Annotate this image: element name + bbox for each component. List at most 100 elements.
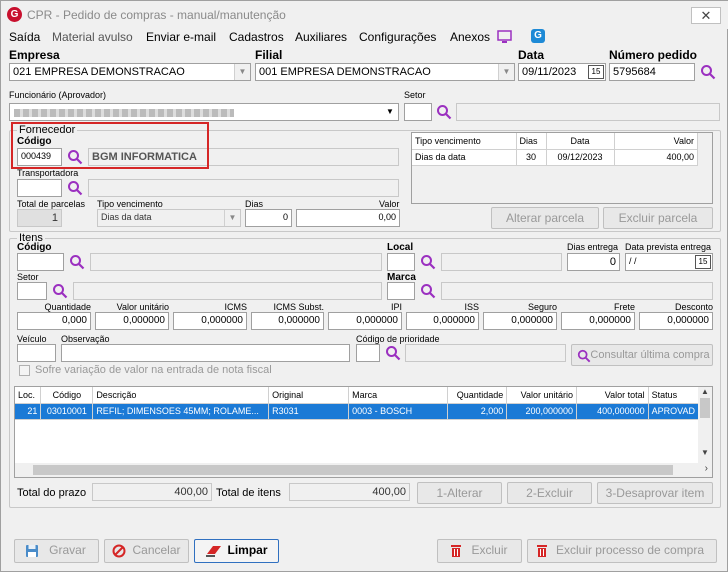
menu-saida[interactable]: Saída: [9, 30, 40, 44]
vertical-scrollbar[interactable]: ▲ ▼: [698, 387, 712, 463]
search-icon[interactable]: [700, 64, 716, 80]
cancelar-button[interactable]: Cancelar: [104, 539, 189, 563]
seguro-input[interactable]: 0,000000: [483, 312, 557, 330]
excluir-parcela-button[interactable]: Excluir parcela: [603, 207, 713, 229]
data-input[interactable]: 09/11/2023 15: [518, 63, 606, 81]
valor-unitario-input[interactable]: 0,000000: [95, 312, 169, 330]
marca-input[interactable]: [387, 282, 415, 300]
limpar-button[interactable]: Limpar: [194, 539, 279, 563]
ipi-input[interactable]: 0,000000: [328, 312, 402, 330]
item-codigo-label: Código: [17, 242, 52, 253]
search-icon[interactable]: [436, 104, 452, 120]
chevron-up-icon[interactable]: ▲: [698, 387, 712, 396]
col-original[interactable]: Original: [268, 387, 350, 404]
menu-material-avulso[interactable]: Material avulso: [52, 30, 133, 44]
funcionario-label: Funcionário (Aprovador): [9, 90, 107, 100]
marca-description: [441, 282, 713, 300]
horizontal-scrollbar[interactable]: ›: [15, 463, 712, 477]
desconto-label: Desconto: [674, 302, 713, 312]
total-parcelas-label: Total de parcelas: [17, 199, 86, 209]
search-icon[interactable]: [420, 283, 436, 299]
chevron-down-icon[interactable]: ▼: [698, 448, 712, 457]
excluir-button[interactable]: Excluir: [437, 539, 522, 563]
prioridade-input[interactable]: [356, 344, 380, 362]
menu-configuracoes[interactable]: Configurações: [359, 30, 436, 44]
col-status[interactable]: Status: [648, 387, 700, 404]
chevron-down-icon[interactable]: ▼: [224, 210, 240, 226]
search-icon[interactable]: [52, 283, 68, 299]
calendar-icon[interactable]: 15: [695, 255, 711, 269]
col-dias[interactable]: Dias: [516, 133, 547, 150]
desaprovar-item-button[interactable]: 3-Desaprovar item: [597, 482, 713, 504]
alterar-parcela-button[interactable]: Alterar parcela: [491, 207, 599, 229]
scroll-thumb[interactable]: [33, 465, 673, 475]
menu-enviar-email[interactable]: Enviar e-mail: [146, 30, 216, 44]
chevron-right-icon[interactable]: ›: [705, 463, 708, 474]
search-icon[interactable]: [69, 254, 85, 270]
data-prevista-input[interactable]: / / 15: [625, 253, 713, 271]
search-icon[interactable]: [67, 180, 83, 196]
icms-subst-input[interactable]: 0,000000: [251, 312, 324, 330]
excluir-processo-button[interactable]: Excluir processo de compra: [527, 539, 717, 563]
local-input[interactable]: [387, 253, 415, 271]
transportadora-input[interactable]: [17, 179, 62, 197]
menu-anexos[interactable]: Anexos: [450, 30, 490, 44]
icms-input[interactable]: 0,000000: [173, 312, 247, 330]
numero-pedido-input[interactable]: 5795684: [609, 63, 695, 81]
item-codigo-input[interactable]: [17, 253, 64, 271]
tipo-vencimento-combo[interactable]: Dias da data ▼: [97, 209, 241, 227]
monitor-icon[interactable]: [497, 30, 513, 44]
chevron-down-icon[interactable]: ▼: [234, 64, 250, 80]
scroll-thumb[interactable]: [700, 398, 710, 418]
consultar-ultima-compra-button[interactable]: Consultar última compra: [571, 344, 713, 366]
col-quantidade[interactable]: Quantidade: [447, 387, 508, 404]
quantidade-input[interactable]: 0,000: [17, 312, 91, 330]
sofre-variacao-checkbox[interactable]: [19, 365, 30, 376]
tipo-vencimento-label: Tipo vencimento: [97, 199, 163, 209]
empresa-combo[interactable]: 021 EMPRESA DEMONSTRACAO ▼: [9, 63, 251, 81]
dias-entrega-label: Dias entrega: [567, 242, 619, 252]
dias-entrega-input[interactable]: 0: [567, 253, 620, 271]
col-valor-unitario[interactable]: Valor unitário: [506, 387, 577, 404]
filial-combo[interactable]: 001 EMPRESA DEMONSTRACAO ▼: [255, 63, 515, 81]
valor-input[interactable]: 0,00: [296, 209, 400, 227]
col-valor-total[interactable]: Valor total: [576, 387, 649, 404]
app-logo-icon: G: [7, 7, 22, 22]
menu-cadastros[interactable]: Cadastros: [229, 30, 284, 44]
close-button[interactable]: ✕: [691, 7, 721, 24]
table-row[interactable]: 21 03010001 REFIL; DIMENSOES 45MM; ROLAM…: [15, 403, 700, 420]
observacao-input[interactable]: [61, 344, 350, 362]
chevron-down-icon[interactable]: ▼: [498, 64, 514, 80]
frete-input[interactable]: 0,000000: [561, 312, 635, 330]
valor-label: Valor: [379, 199, 400, 209]
search-icon[interactable]: [385, 345, 401, 361]
item-setor-input[interactable]: [17, 282, 47, 300]
data-value: 09/11/2023: [522, 66, 577, 78]
col-tipo-vencimento[interactable]: Tipo vencimento: [412, 133, 517, 150]
gravar-button[interactable]: Gravar: [14, 539, 99, 563]
desconto-input[interactable]: 0,000000: [639, 312, 713, 330]
dias-input[interactable]: 0: [245, 209, 292, 227]
menu-auxiliares[interactable]: Auxiliares: [295, 30, 347, 44]
cell: 2,000: [447, 403, 508, 420]
veiculo-input[interactable]: [17, 344, 56, 362]
chevron-down-icon[interactable]: ▼: [382, 104, 398, 120]
excluir-item-button[interactable]: 2-Excluir: [507, 482, 592, 504]
search-icon[interactable]: [420, 254, 436, 270]
col-valor[interactable]: Valor: [614, 133, 698, 150]
setor-input[interactable]: [404, 103, 432, 121]
iss-input[interactable]: 0,000000: [406, 312, 479, 330]
calendar-icon[interactable]: 15: [588, 65, 604, 79]
ipi-label: IPI: [390, 302, 402, 312]
col-marca[interactable]: Marca: [348, 387, 449, 404]
g-app-icon[interactable]: G: [531, 29, 545, 43]
col-codigo[interactable]: Código: [40, 387, 94, 404]
search-icon: [577, 349, 591, 363]
col-descricao[interactable]: Descrição: [92, 387, 270, 404]
table-row[interactable]: Dias da data 30 09/12/2023 400,00: [412, 149, 698, 166]
col-data[interactable]: Data: [546, 133, 615, 150]
alterar-item-button[interactable]: 1-Alterar: [417, 482, 502, 504]
setor-description: [456, 103, 720, 121]
funcionario-combo[interactable]: ▼: [9, 103, 399, 121]
col-loc[interactable]: Loc.: [15, 387, 42, 404]
